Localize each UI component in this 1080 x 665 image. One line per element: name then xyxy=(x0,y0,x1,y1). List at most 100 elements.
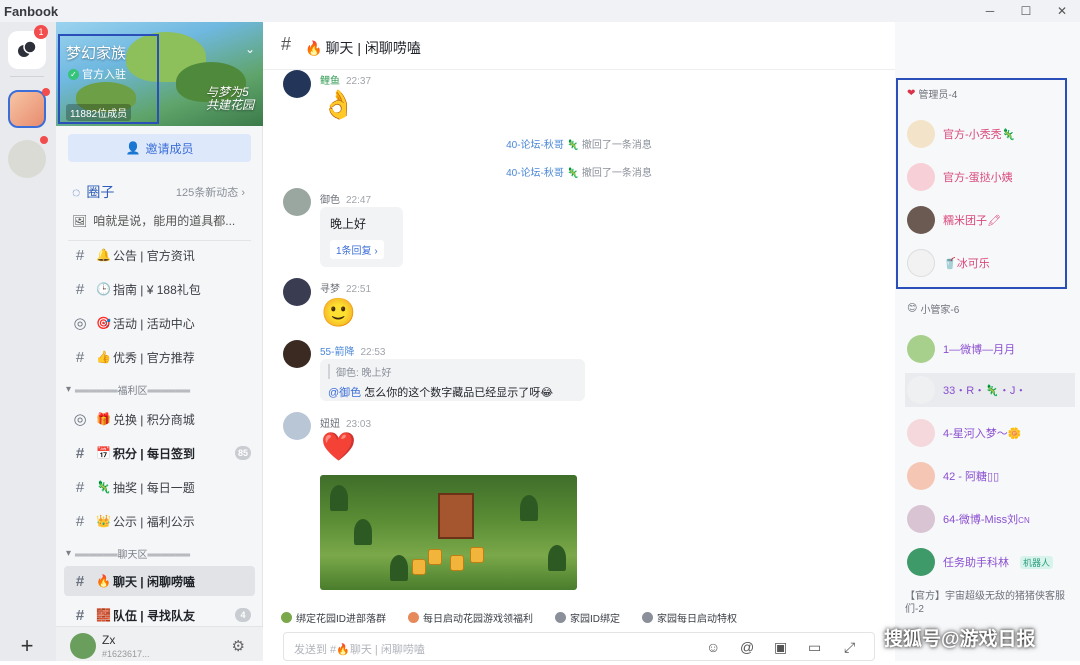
channel-exchange[interactable]: ◎ 🎁 兑换 | 积分商城 xyxy=(64,404,255,434)
avatar xyxy=(907,163,935,191)
channel-label: 积分 | 每日签到 xyxy=(112,446,195,461)
quick-action-bind-garden[interactable]: 绑定花园ID进部落群 xyxy=(281,608,386,626)
category-chat[interactable]: ▾ ══════聊天区══════ xyxy=(66,546,190,561)
user-id: #1623617... xyxy=(102,649,150,659)
folder-icon[interactable]: ▭ xyxy=(808,639,821,656)
member-name: 官方-小秃秃🦎 xyxy=(943,129,1016,141)
server-icon-dreamfamily[interactable] xyxy=(8,88,50,128)
hash-icon: # xyxy=(75,606,85,624)
channel-guide[interactable]: # 🕒 指南 | ¥ 188礼包 xyxy=(64,274,255,304)
channel-featured[interactable]: # 👍 优秀 | 官方推荐 xyxy=(64,342,255,372)
message-header: 妞妞 23:03 xyxy=(320,415,371,430)
member-item[interactable]: 官方-蛋挞小姨 xyxy=(907,160,1075,194)
image-icon: 🖼 xyxy=(72,213,88,228)
message-bubble: 晚上好 1条回复 › xyxy=(320,207,403,267)
quick-icon xyxy=(281,611,292,623)
gear-icon[interactable]: ⚙ xyxy=(232,637,245,655)
at-mention-icon[interactable]: @ xyxy=(740,639,754,655)
invite-members-button[interactable]: 👤 邀请成员 xyxy=(68,134,251,162)
channel-activity[interactable]: ◎ 🎯 活动 | 活动中心 xyxy=(64,308,255,338)
member-item[interactable]: 🥤冰可乐 xyxy=(907,246,1075,280)
channel-label: 抽奖 | 每日一题 xyxy=(112,480,195,495)
system-message: 40-论坛-秋哥 🦎 撤回了一条消息 xyxy=(506,140,652,151)
user-mention[interactable]: @御色 xyxy=(328,387,361,399)
channel-publicity[interactable]: # 👑 公示 | 福利公示 xyxy=(64,506,255,536)
member-item[interactable]: 糯米团子🖍 xyxy=(907,203,1075,237)
game-screenshot-image[interactable] xyxy=(320,475,577,590)
unread-dot xyxy=(42,88,50,96)
message-input[interactable]: 发送到 #🔥聊天 | 闲聊唠嗑 ☺ @ ▣ ▭ ⤢ xyxy=(283,632,875,661)
sender-name[interactable]: 55-箭降 xyxy=(320,347,354,358)
sender-name[interactable]: 寻梦 xyxy=(320,284,340,295)
ok-hand-emoji: 👌 xyxy=(321,89,356,120)
avatar[interactable] xyxy=(283,70,311,98)
hash-icon: # xyxy=(75,444,85,462)
member-item[interactable]: 42 - 阿糖▯▯ xyxy=(907,459,1075,493)
member-item[interactable]: 任务助手科林 机器人 xyxy=(907,545,1075,579)
image-icon[interactable]: ▣ xyxy=(774,639,787,656)
member-name: 糯米团子🖍 xyxy=(943,215,1001,227)
quick-action-daily-launch[interactable]: 每日启动花园游戏领福利 xyxy=(408,608,533,626)
channel-announcements[interactable]: # 🔔 公告 | 官方资讯 xyxy=(64,240,255,270)
system-message: 40-论坛-秋哥 🦎 撤回了一条消息 xyxy=(506,168,652,179)
expand-icon[interactable]: ⤢ xyxy=(844,639,855,656)
member-name: 64-微博-Miss刘CN xyxy=(943,514,1030,526)
circle-section[interactable]: ◌ 圈子 125条新动态 › 🖼 咱就是说，能用的道具都... xyxy=(56,178,263,238)
channel-label: 指南 | ¥ 188礼包 xyxy=(112,282,201,297)
member-item[interactable]: 4-星河入梦～🌼 xyxy=(907,416,1075,450)
quoted-reply[interactable]: 御色: 晚上好 xyxy=(328,364,577,379)
message-header: 寻梦 22:51 xyxy=(320,280,371,295)
channel-label: 兑换 | 积分商城 xyxy=(112,412,195,427)
hash-icon: # xyxy=(75,572,85,590)
server-banner[interactable]: 梦幻家族 ✓ 官方入驻 11882位成员 与梦为5 共建花园 ⌄ xyxy=(56,22,263,126)
quick-action-bind-home[interactable]: 家园ID绑定 xyxy=(555,608,620,626)
close-button[interactable]: ✕ xyxy=(1044,0,1080,22)
member-name: 4-星河入梦～🌼 xyxy=(943,428,1022,440)
avatar xyxy=(907,120,935,148)
channel-chat-active[interactable]: # 🔥 聊天 | 闲聊唠嗑 xyxy=(64,566,255,596)
avatar xyxy=(907,335,935,363)
heart-emoji: ❤️ xyxy=(321,431,356,462)
quick-action-home-privilege[interactable]: 家园每日启动特权 xyxy=(642,608,737,626)
timestamp: 22:53 xyxy=(360,347,386,358)
chevron-down-icon[interactable]: ⌄ xyxy=(245,42,255,56)
member-item[interactable]: 1—微博—月月 xyxy=(907,332,1075,366)
channel-lottery[interactable]: # 🦎 抽奖 | 每日一题 xyxy=(64,472,255,502)
sender-name[interactable]: 鲤鱼 xyxy=(320,76,340,87)
member-count: 11882位成员 xyxy=(66,104,132,121)
channel-checkin[interactable]: # 📅 积分 | 每日签到 85 xyxy=(64,438,255,468)
caret-down-icon: ▾ xyxy=(66,548,72,559)
sender-name[interactable]: 妞妞 xyxy=(320,419,340,430)
message-header: 鲤鱼 22:37 xyxy=(320,72,371,87)
role-header-support: 【官方】宇宙超级无敌的猪猪侠客服们-2 xyxy=(905,591,1065,615)
avatar xyxy=(907,419,935,447)
circle-icon: ◌ xyxy=(72,184,81,200)
member-item-hovered[interactable]: 33・R・🦎・J・ xyxy=(905,373,1075,407)
chat-header: # 🔥聊天 | 闲聊唠嗑 🔔 📌 ⌕ xyxy=(263,22,1050,70)
avatar[interactable] xyxy=(283,412,311,440)
channel-label: 活动 | 活动中心 xyxy=(112,316,195,331)
member-item[interactable]: 官方-小秃秃🦎 xyxy=(907,117,1075,151)
minimize-button[interactable]: ─ xyxy=(972,0,1008,22)
member-item[interactable]: 64-微博-Miss刘CN xyxy=(907,502,1075,536)
avatar[interactable] xyxy=(283,278,311,306)
maximize-button[interactable]: ☐ xyxy=(1008,0,1044,22)
hash-icon: # xyxy=(75,348,85,366)
unread-count: 85 xyxy=(235,446,251,460)
avatar[interactable] xyxy=(283,188,311,216)
sender-name[interactable]: 御色 xyxy=(320,195,340,206)
emoji-icon[interactable]: ☺ xyxy=(706,639,720,655)
replies-button[interactable]: 1条回复 › xyxy=(330,240,384,259)
member-name: 官方-蛋挞小姨 xyxy=(943,172,1013,184)
link-channel-icon: ◎ xyxy=(73,411,87,428)
direct-messages-button[interactable]: 1 xyxy=(8,25,48,69)
avatar[interactable] xyxy=(283,340,311,368)
add-user-icon: 👤 xyxy=(125,141,141,155)
quick-icon xyxy=(555,611,566,623)
avatar[interactable] xyxy=(70,633,96,659)
server-icon-other[interactable] xyxy=(8,136,48,178)
member-name: 42 - 阿糖▯▯ xyxy=(943,471,1000,483)
timestamp: 23:03 xyxy=(346,419,372,430)
add-server-button[interactable]: + xyxy=(8,627,46,665)
category-welfare[interactable]: ▾ ══════福利区══════ xyxy=(66,382,190,397)
